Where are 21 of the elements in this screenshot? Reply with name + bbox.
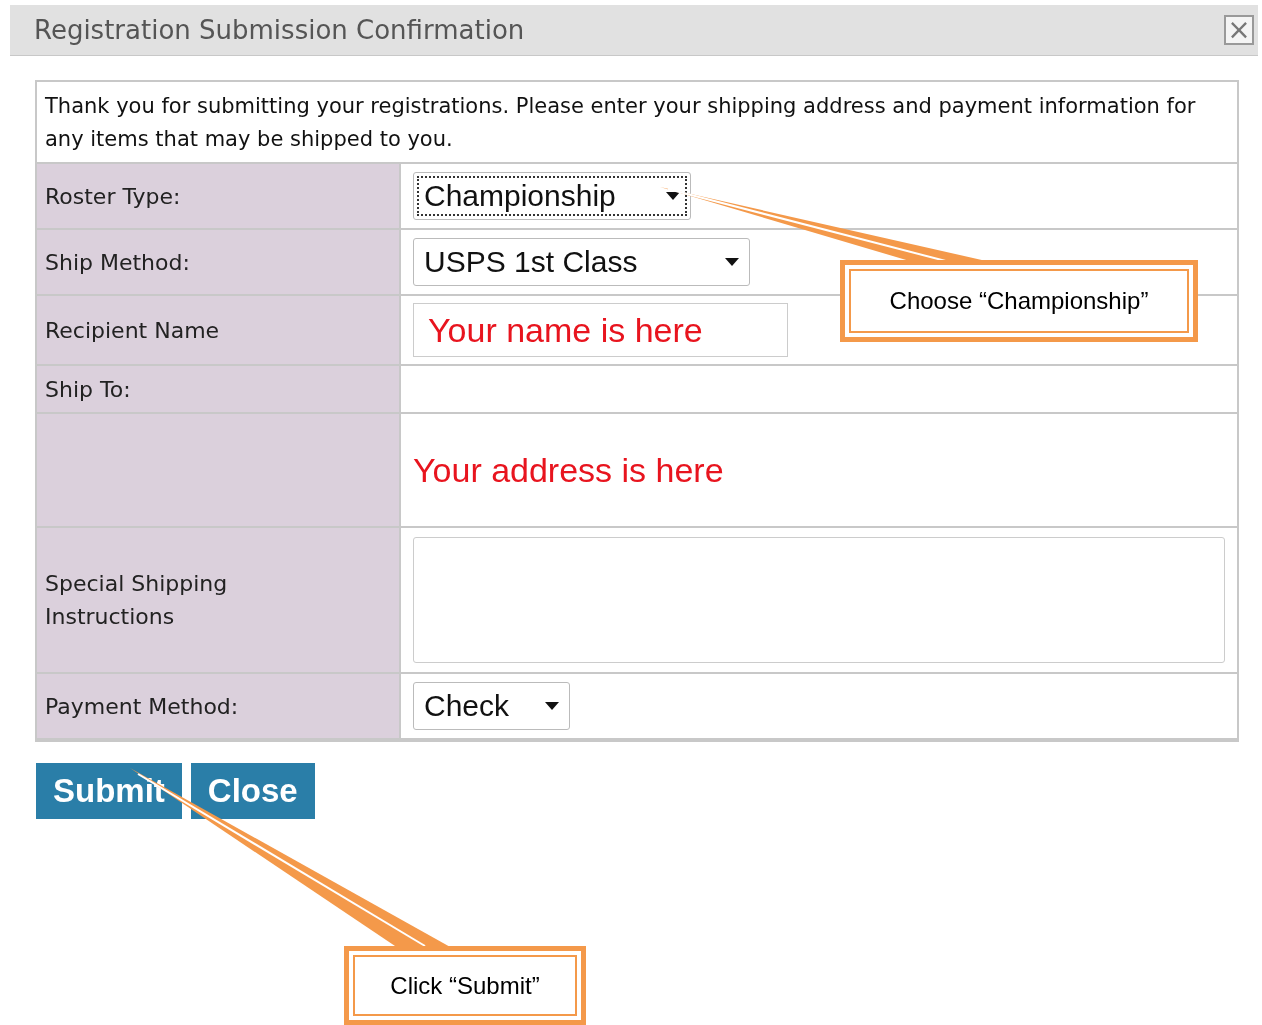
instructions-field[interactable] bbox=[413, 537, 1225, 663]
close-button[interactable]: × bbox=[1224, 15, 1254, 45]
dropdown[interactable]: USPS 1st Class bbox=[413, 238, 750, 286]
field-label: Recipient Name bbox=[45, 316, 220, 345]
dropdown[interactable]: Check bbox=[413, 682, 570, 730]
close-dialog-button[interactable]: Close bbox=[190, 763, 315, 819]
caret-icon bbox=[666, 192, 680, 200]
name-field[interactable]: Your name is here bbox=[413, 303, 788, 357]
address-text: Your address is here bbox=[413, 450, 724, 490]
dropdown[interactable]: Championship bbox=[413, 172, 691, 220]
caret-icon bbox=[725, 258, 739, 266]
field-label: Ship Method: bbox=[45, 248, 190, 277]
field-label: Ship To: bbox=[45, 375, 131, 404]
submit-button[interactable]: Submit bbox=[36, 763, 182, 819]
callout-box: Choose “Championship” bbox=[840, 260, 1198, 342]
field-label: Payment Method: bbox=[45, 692, 239, 721]
callout-box: Click “Submit” bbox=[344, 946, 586, 1025]
caret-icon bbox=[545, 702, 559, 710]
field-label: Special Shipping Instructions bbox=[45, 570, 229, 631]
field-label: Roster Type: bbox=[45, 182, 181, 211]
window-title: Registration Submission Confirmation bbox=[34, 15, 525, 45]
